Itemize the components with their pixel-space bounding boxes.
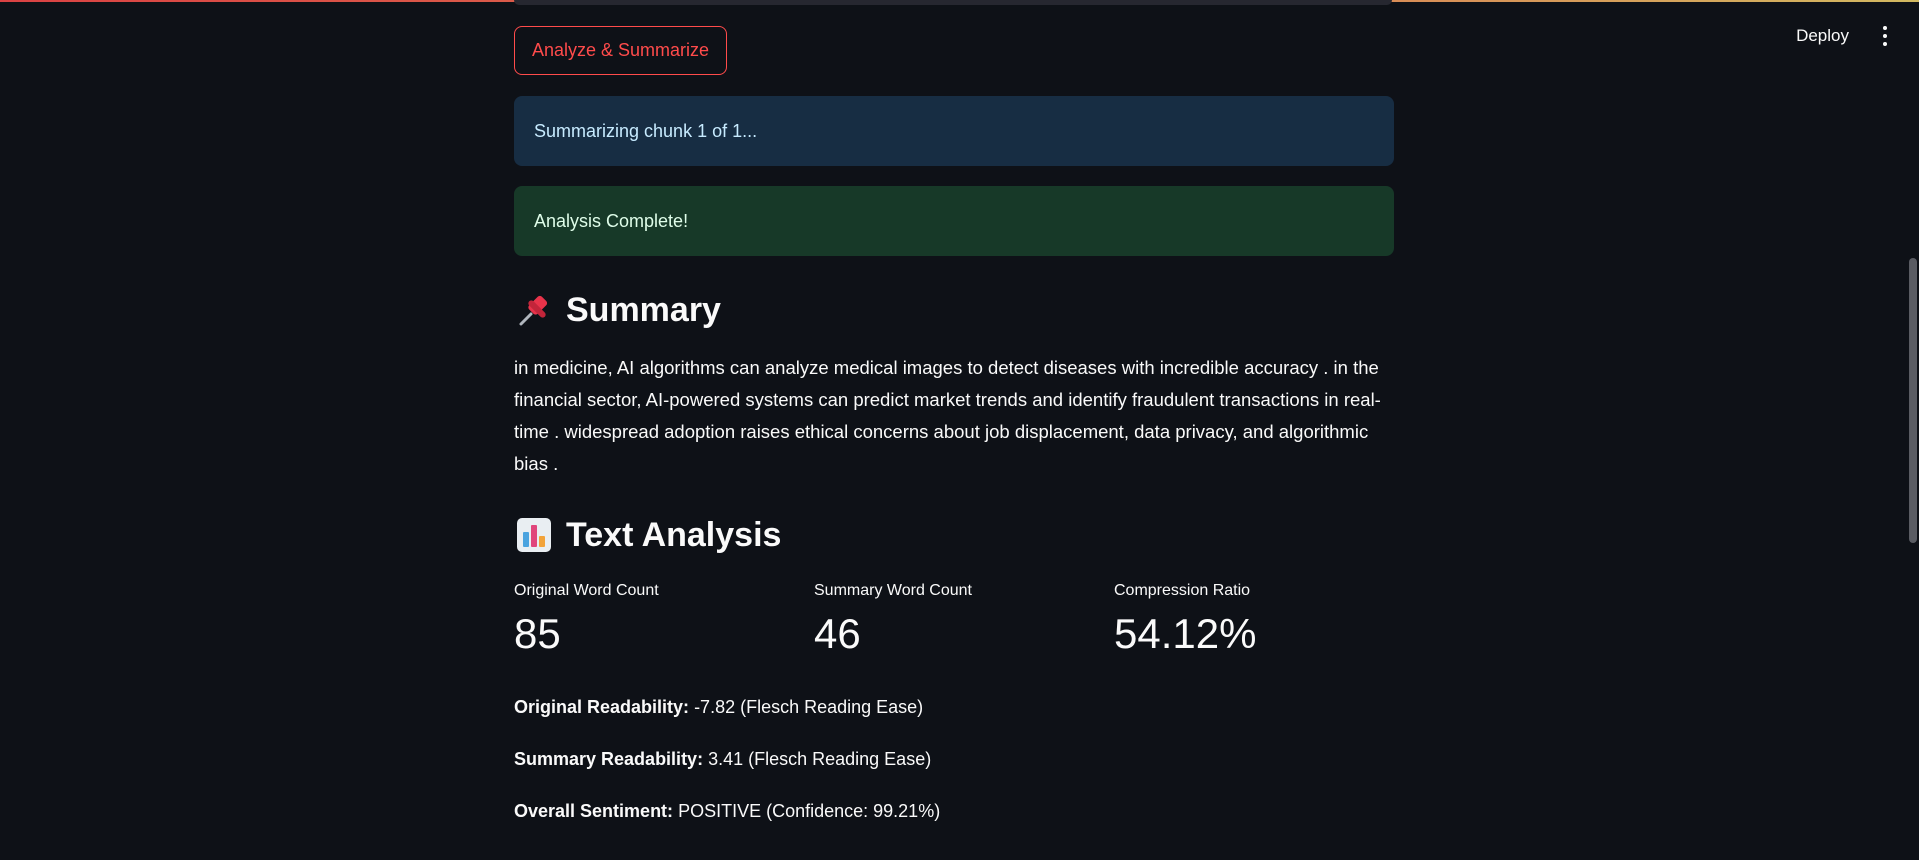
success-alert-text: Analysis Complete!	[534, 210, 689, 231]
stat-label: Original Readability:	[514, 697, 690, 717]
success-alert: Analysis Complete!	[514, 186, 1394, 256]
pushpin-icon	[519, 295, 548, 326]
stat-label: Overall Sentiment:	[514, 801, 674, 821]
summary-readability-line: Summary Readability: 3.41 (Flesch Readin…	[514, 749, 931, 770]
summary-heading-text: Summary	[566, 290, 721, 329]
metric-label: Compression Ratio	[1114, 582, 1251, 599]
stat-label: Summary Readability:	[514, 749, 704, 769]
metric-compression-ratio: Compression Ratio 54.12%	[1114, 582, 1256, 658]
original-readability-line: Original Readability: -7.82 (Flesch Read…	[514, 697, 923, 718]
info-alert-text: Summarizing chunk 1 of 1...	[534, 120, 758, 141]
summary-heading: Summary	[514, 290, 721, 330]
deploy-button[interactable]: Deploy	[1788, 20, 1857, 52]
more-options-icon[interactable]	[1875, 24, 1895, 48]
scrollbar-thumb[interactable]	[1909, 258, 1917, 543]
analyze-summarize-button[interactable]: Analyze & Summarize	[514, 26, 728, 75]
metric-summary-word-count: Summary Word Count 46	[814, 582, 972, 658]
info-alert: Summarizing chunk 1 of 1...	[514, 96, 1394, 166]
metric-label: Summary Word Count	[814, 582, 972, 599]
stat-value: POSITIVE (Confidence: 99.21%)	[678, 801, 941, 821]
stat-value: -7.82 (Flesch Reading Ease)	[694, 697, 924, 717]
bar-chart-icon	[517, 518, 551, 552]
metric-value: 54.12%	[1114, 610, 1257, 657]
scrollbar[interactable]	[1907, 0, 1919, 860]
summary-text: in medicine, AI algorithms can analyze m…	[514, 357, 1381, 474]
metric-value: 46	[814, 610, 861, 657]
stat-value: 3.41 (Flesch Reading Ease)	[708, 749, 932, 769]
text-input-bottom-edge[interactable]	[514, 0, 1392, 5]
overall-sentiment-line: Overall Sentiment: POSITIVE (Confidence:…	[514, 801, 940, 822]
metric-original-word-count: Original Word Count 85	[514, 582, 659, 658]
metric-value: 85	[514, 610, 561, 657]
text-analysis-heading: Text Analysis	[514, 515, 781, 555]
app-header-toolbar: Deploy	[1788, 20, 1895, 52]
text-analysis-heading-text: Text Analysis	[566, 515, 782, 554]
metric-label: Original Word Count	[514, 582, 659, 599]
